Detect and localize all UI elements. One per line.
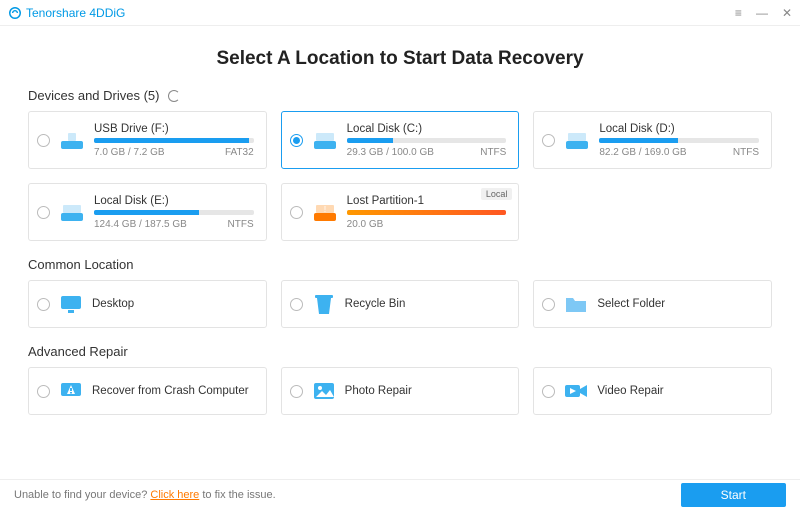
radio-icon[interactable] xyxy=(37,134,50,147)
location-card[interactable]: Select Folder xyxy=(533,280,772,328)
location-card[interactable]: Photo Repair xyxy=(281,367,520,415)
video-icon xyxy=(563,378,589,404)
trash-icon xyxy=(311,291,337,317)
drive-card[interactable]: Local Disk (C:) 29.3 GB / 100.0 GBNTFS xyxy=(281,111,520,169)
drive-icon xyxy=(311,128,339,152)
radio-icon[interactable] xyxy=(37,385,50,398)
drive-name: Local Disk (C:) xyxy=(347,123,507,135)
drive-icon xyxy=(58,128,86,152)
drives-section-title: Devices and Drives (5) xyxy=(28,88,772,103)
footer-message: Unable to find your device? Click here t… xyxy=(14,489,276,501)
menu-icon[interactable]: ≡ xyxy=(735,6,742,20)
location-label: Recycle Bin xyxy=(345,298,406,310)
drive-icon xyxy=(563,128,591,152)
location-label: Recover from Crash Computer xyxy=(92,385,249,397)
crash-icon xyxy=(58,378,84,404)
usage-bar xyxy=(94,138,254,143)
usage-bar xyxy=(347,210,507,215)
location-card[interactable]: Recover from Crash Computer xyxy=(28,367,267,415)
usage-bar xyxy=(94,210,254,215)
titlebar: Tenorshare 4DDiG ≡ — ✕ xyxy=(0,0,800,26)
refresh-icon[interactable] xyxy=(168,90,180,102)
radio-icon[interactable] xyxy=(290,385,303,398)
drive-card[interactable]: Local Disk (E:) 124.4 GB / 187.5 GBNTFS xyxy=(28,183,267,241)
location-label: Desktop xyxy=(92,298,134,310)
page-title: Select A Location to Start Data Recovery xyxy=(28,48,772,70)
drive-icon xyxy=(58,200,86,224)
click-here-link[interactable]: Click here xyxy=(150,489,199,501)
usage-bar xyxy=(347,138,507,143)
svg-text:!: ! xyxy=(324,205,326,214)
location-card[interactable]: Desktop xyxy=(28,280,267,328)
drive-name: Local Disk (D:) xyxy=(599,123,759,135)
radio-icon[interactable] xyxy=(37,206,50,219)
advanced-section-title: Advanced Repair xyxy=(28,344,772,359)
drive-card[interactable]: Local Disk (D:) 82.2 GB / 169.0 GBNTFS xyxy=(533,111,772,169)
desktop-icon xyxy=(58,291,84,317)
brand: Tenorshare 4DDiG xyxy=(8,6,125,20)
radio-icon[interactable] xyxy=(542,134,555,147)
common-grid: Desktop Recycle Bin Select Folder xyxy=(28,280,772,328)
start-button[interactable]: Start xyxy=(681,483,786,507)
advanced-grid: Recover from Crash Computer Photo Repair… xyxy=(28,367,772,415)
radio-icon[interactable] xyxy=(290,298,303,311)
radio-icon[interactable] xyxy=(542,385,555,398)
radio-icon[interactable] xyxy=(290,134,303,147)
usage-bar xyxy=(599,138,759,143)
radio-icon[interactable] xyxy=(37,298,50,311)
common-section-title: Common Location xyxy=(28,257,772,272)
drives-grid: USB Drive (F:) 7.0 GB / 7.2 GBFAT32 Loca… xyxy=(28,111,772,241)
footer: Unable to find your device? Click here t… xyxy=(0,479,800,509)
logo-icon xyxy=(8,6,22,20)
close-icon[interactable]: ✕ xyxy=(782,6,792,20)
tag: Local xyxy=(481,188,513,200)
radio-icon[interactable] xyxy=(290,206,303,219)
location-label: Photo Repair xyxy=(345,385,412,397)
drive-name: USB Drive (F:) xyxy=(94,123,254,135)
radio-icon[interactable] xyxy=(542,298,555,311)
drive-card[interactable]: USB Drive (F:) 7.0 GB / 7.2 GBFAT32 xyxy=(28,111,267,169)
location-label: Video Repair xyxy=(597,385,663,397)
window-controls: ≡ — ✕ xyxy=(735,6,792,20)
main-content: Select A Location to Start Data Recovery… xyxy=(0,26,800,415)
brand-text: Tenorshare 4DDiG xyxy=(26,6,125,20)
drive-icon: ! xyxy=(311,200,339,224)
location-label: Select Folder xyxy=(597,298,665,310)
drive-card[interactable]: ! Lost Partition-1 20.0 GB Local xyxy=(281,183,520,241)
location-card[interactable]: Recycle Bin xyxy=(281,280,520,328)
minimize-icon[interactable]: — xyxy=(756,6,768,20)
folder-icon xyxy=(563,291,589,317)
location-card[interactable]: Video Repair xyxy=(533,367,772,415)
photo-icon xyxy=(311,378,337,404)
drive-name: Local Disk (E:) xyxy=(94,195,254,207)
